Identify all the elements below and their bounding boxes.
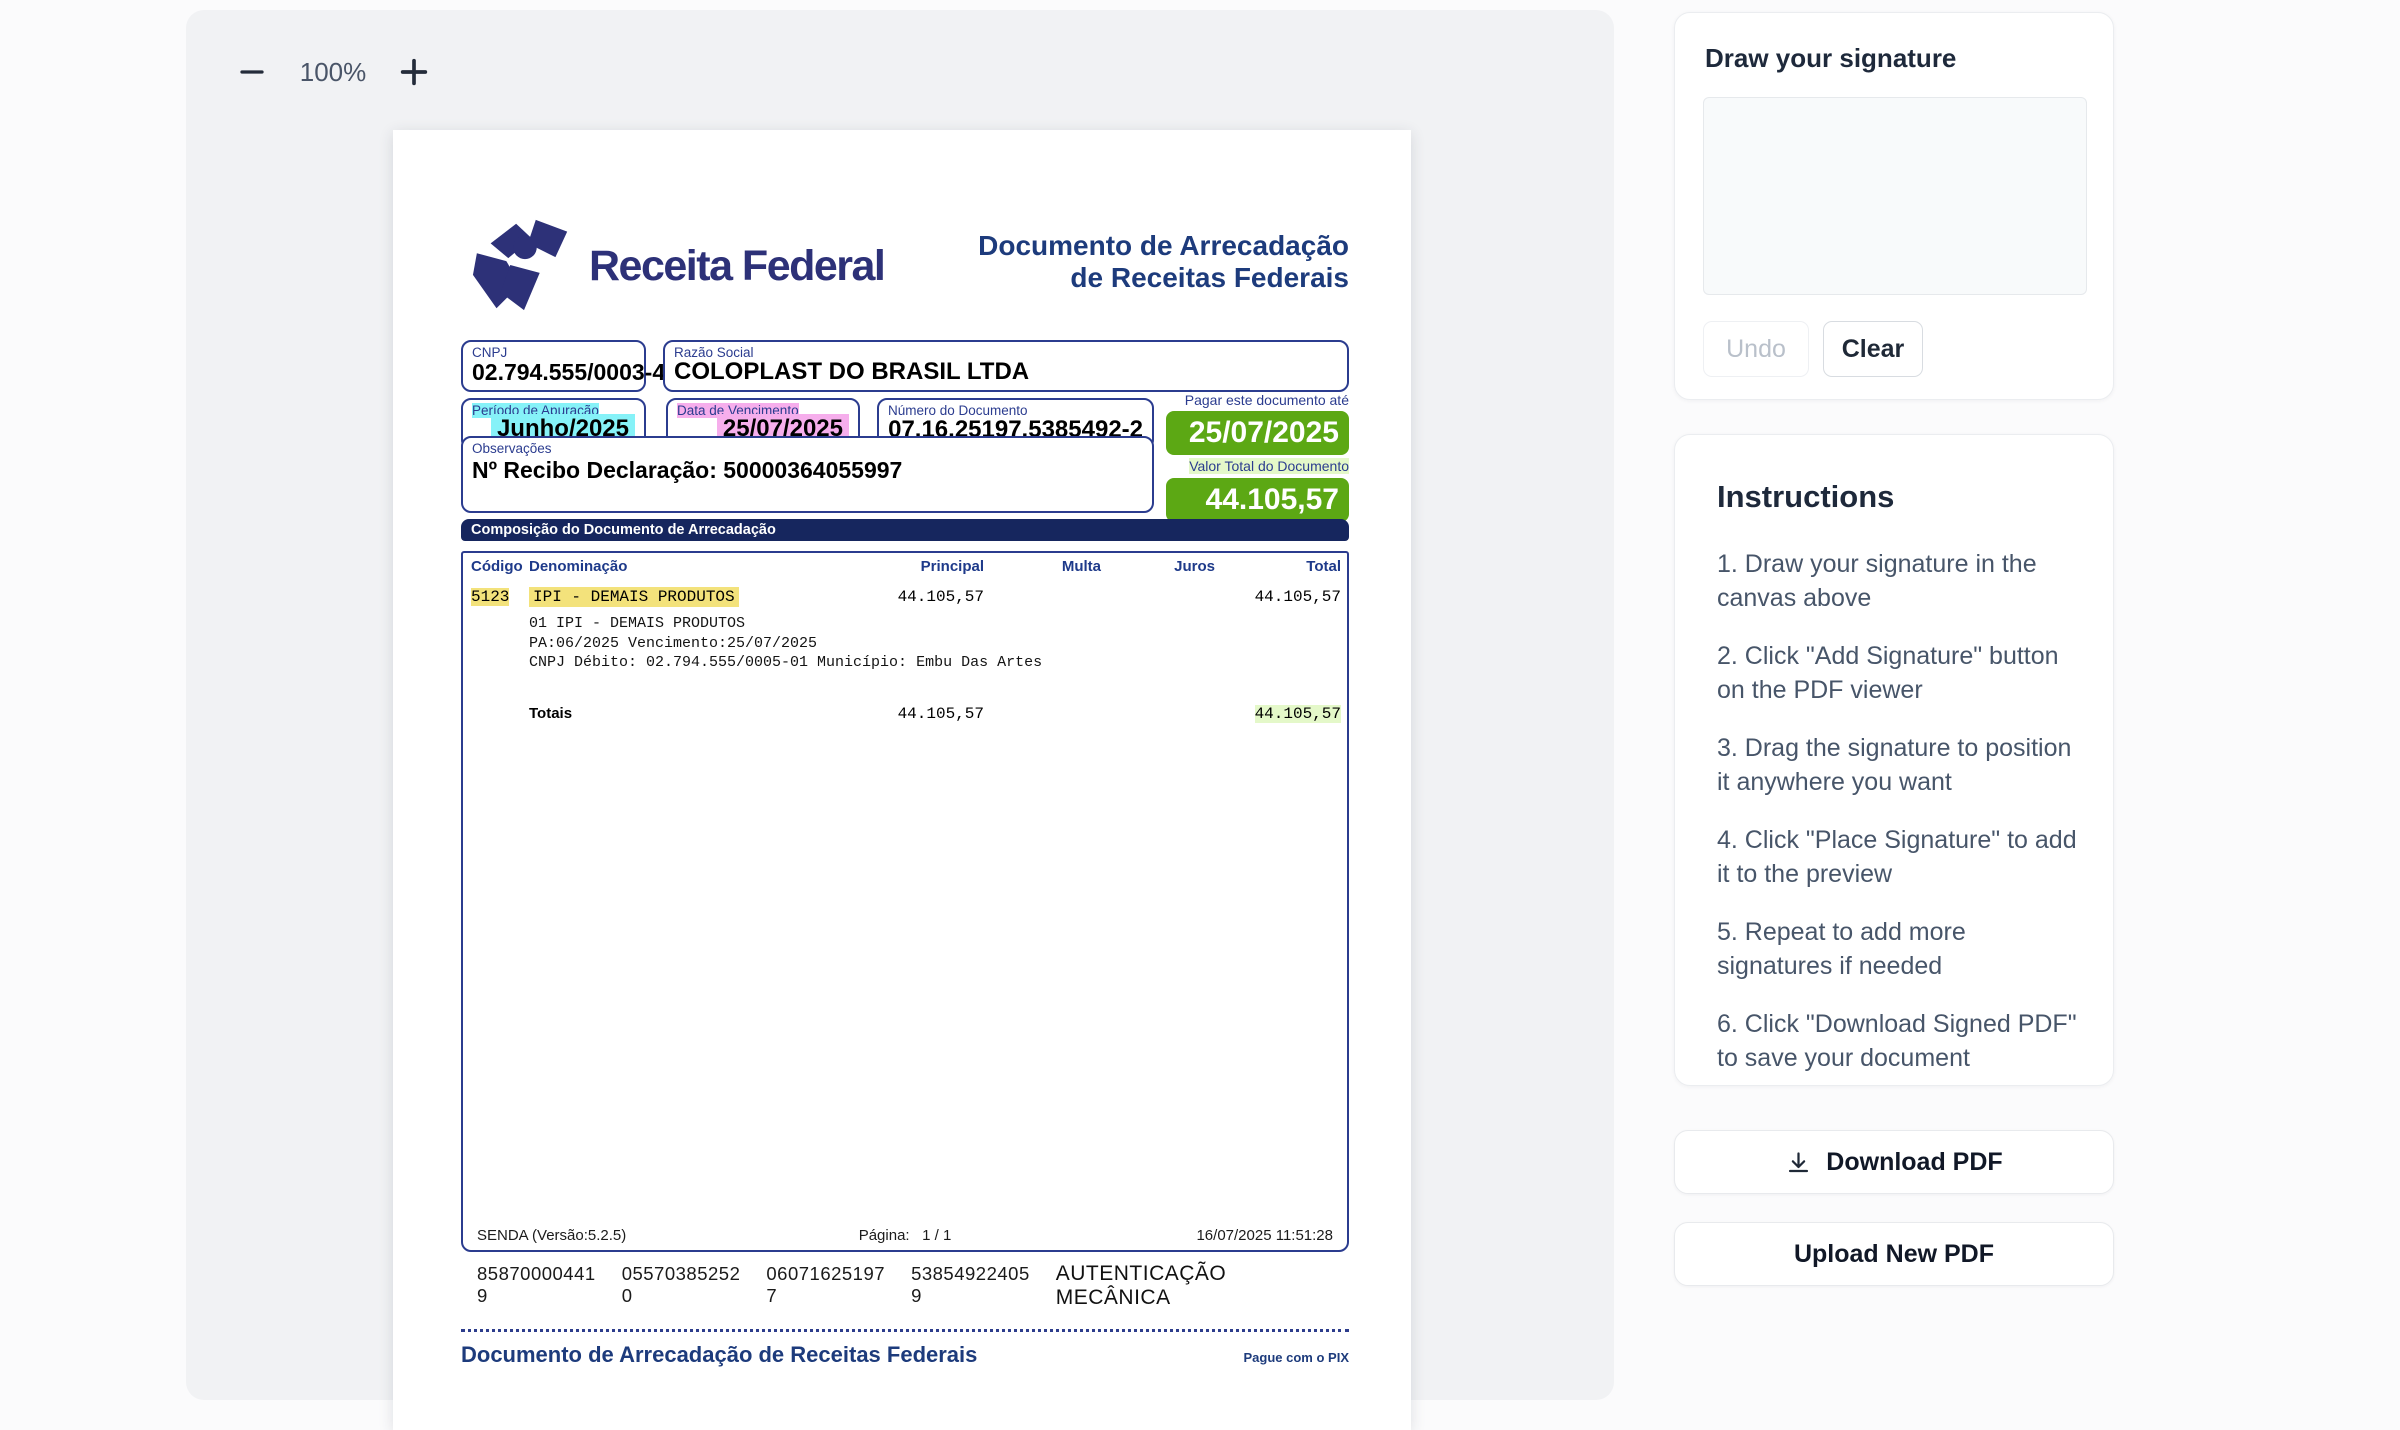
composicao-section-header: Composição do Documento de Arrecadação <box>461 519 1349 541</box>
zoom-out-button[interactable] <box>226 46 278 98</box>
instruction-step: 4. Click "Place Signature" to add it to … <box>1717 823 2085 891</box>
zoom-toolbar: 100% <box>226 46 440 98</box>
download-pdf-button[interactable]: Download PDF <box>1674 1130 2114 1194</box>
instructions-title: Instructions <box>1717 479 1894 515</box>
pagar-ate-label: Pagar este documento até <box>1166 392 1349 408</box>
document-footer: SENDA (Versão:5.2.5) Página: 1 / 1 16/07… <box>463 1227 1347 1244</box>
instruction-step: 6. Click "Download Signed PDF" to save y… <box>1717 1007 2085 1075</box>
instruction-step: 1. Draw your signature in the canvas abo… <box>1717 547 2085 615</box>
table-totals-row: Totais 44.105,57 44.105,57 <box>463 705 1347 723</box>
table-row-details: 01 IPI - DEMAIS PRODUTOS PA:06/2025 Venc… <box>529 614 1347 673</box>
page-break-separator <box>461 1329 1349 1332</box>
zoom-level: 100% <box>278 57 388 88</box>
upload-new-pdf-button[interactable]: Upload New PDF <box>1674 1222 2114 1286</box>
pdf-page: Receita Federal Documento de Arrecadação… <box>393 130 1411 1430</box>
minus-icon <box>237 57 267 87</box>
composicao-table: Código Denominação Principal Multa Juros… <box>461 551 1349 1252</box>
undo-button[interactable]: Undo <box>1703 321 1809 377</box>
plus-icon <box>397 55 431 89</box>
download-icon <box>1785 1149 1812 1176</box>
instruction-step: 2. Click "Add Signature" button on the P… <box>1717 639 2085 707</box>
document-header: Receita Federal Documento de Arrecadação… <box>461 212 1349 322</box>
instructions-steps: 1. Draw your signature in the canvas abo… <box>1717 547 2085 1099</box>
barcode-row: 85870000441 9 05570385252 0 06071625197 … <box>477 1262 1333 1310</box>
document-title: Documento de Arrecadação de Receitas Fed… <box>978 230 1349 294</box>
instruction-step: 3. Drag the signature to position it any… <box>1717 731 2085 799</box>
receita-federal-logo-icon <box>465 212 583 320</box>
footer-page: Página: 1 / 1 <box>463 1227 1347 1244</box>
valor-total-label: Valor Total do Documento <box>1166 458 1349 474</box>
table-row: 5123 IPI - DEMAIS PRODUTOS 44.105,57 44.… <box>463 588 1347 606</box>
valor-total-value: 44.105,57 <box>1166 478 1349 522</box>
logo-text: Receita Federal <box>589 242 884 291</box>
pagar-ate-value: 25/07/2025 <box>1166 411 1349 455</box>
field-razao-social: Razão Social COLOPLAST DO BRASIL LTDA <box>663 340 1349 392</box>
field-observacoes: Observações Nº Recibo Declaração: 500003… <box>461 436 1154 513</box>
field-cnpj: CNPJ 02.794.555/0003-40 <box>461 340 646 392</box>
pdf-viewer-panel: 100% Receita F <box>186 10 1614 1400</box>
signature-buttons: Undo Clear <box>1703 321 1923 377</box>
receita-federal-logo: Receita Federal <box>465 212 884 320</box>
autenticacao-mecanica: AUTENTICAÇÃO MECÂNICA <box>1056 1262 1307 1310</box>
instruction-step: 5. Repeat to add more signatures if need… <box>1717 915 2085 983</box>
zoom-in-button[interactable] <box>388 46 440 98</box>
clear-button[interactable]: Clear <box>1823 321 1923 377</box>
instructions-card: Instructions 1. Draw your signature in t… <box>1674 434 2114 1086</box>
signature-canvas[interactable] <box>1703 97 2087 295</box>
signature-card: Draw your signature Undo Clear <box>1674 12 2114 400</box>
signature-card-title: Draw your signature <box>1705 43 1956 74</box>
table-header-row: Código Denominação Principal Multa Juros… <box>463 558 1347 575</box>
next-page-header: Documento de Arrecadação de Receitas Fed… <box>461 1342 1349 1368</box>
